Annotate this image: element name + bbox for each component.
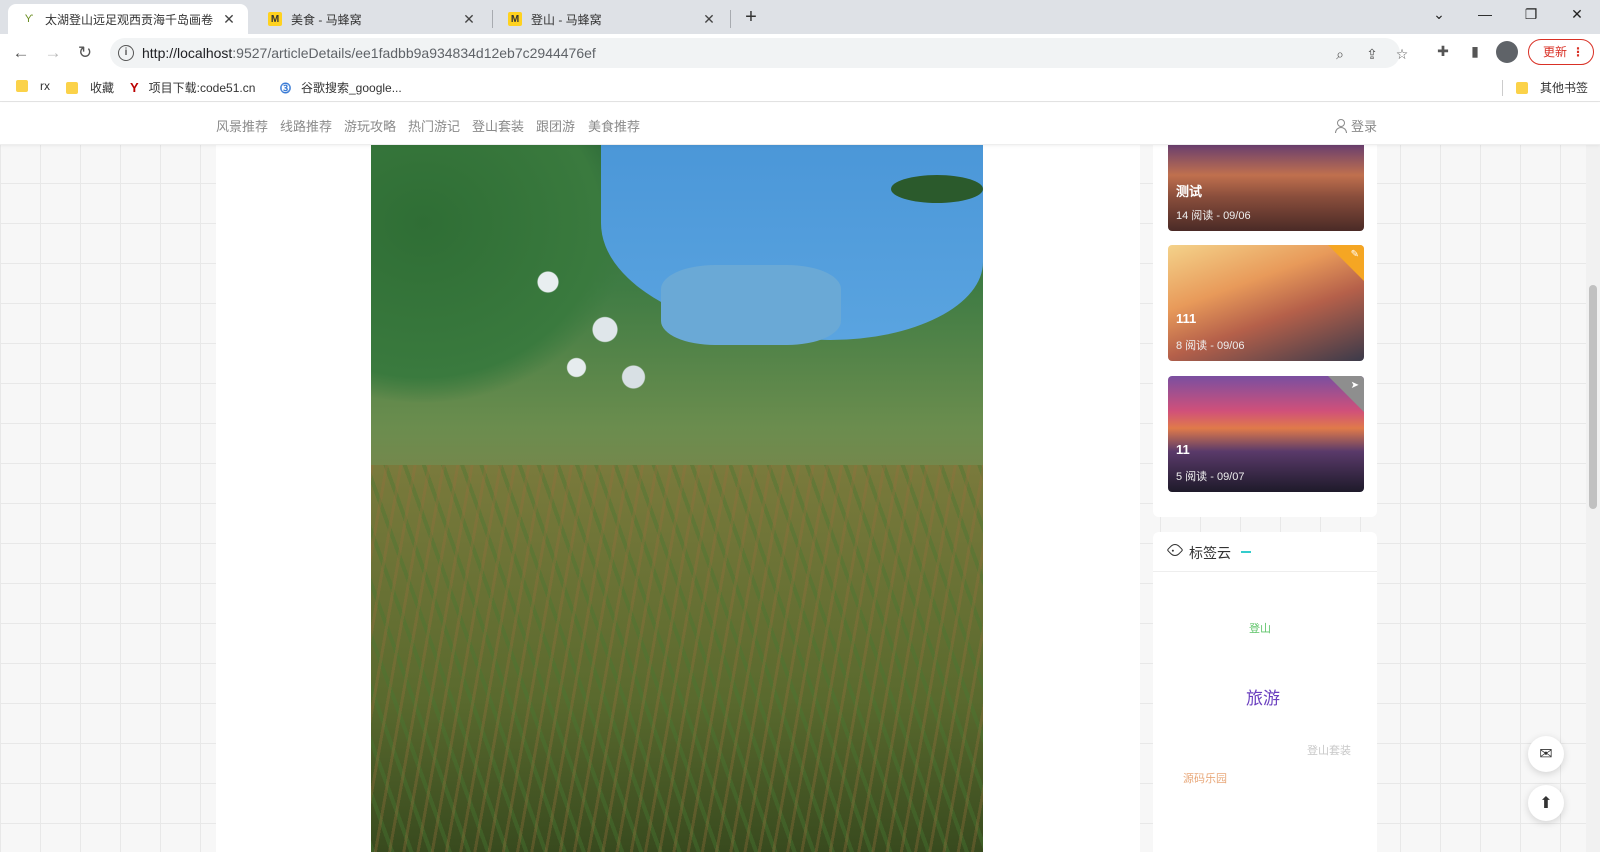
back-to-top-button[interactable]: ⬆ [1528,785,1564,821]
tab-divider [492,10,493,28]
nav-group-tours[interactable]: 跟团游 [536,116,575,135]
back-button[interactable]: ← [8,40,34,66]
close-icon[interactable]: ✕ [460,11,478,28]
rocket-icon: ⬆ [1539,795,1553,812]
mail-icon: ✉ [1539,746,1553,763]
article-photo [371,145,983,852]
message-button[interactable]: ✉ [1528,736,1564,772]
nav-hiking-gear[interactable]: 登山套装 [472,116,524,135]
code51-logo-icon: Y [130,80,139,95]
recommend-title: 11 [1176,442,1190,457]
pin-icon: ➤ [1350,380,1359,391]
badge-icon: ✎ [1350,249,1359,260]
side-panel-icon[interactable]: ▮ [1464,40,1486,62]
tab-title: 太湖登山远足观西贡海千岛画卷 [45,12,214,27]
bookmark-other[interactable]: 其他书签 [1516,79,1588,96]
reload-button[interactable]: ↻ [72,40,98,66]
mafengwo-icon: M [508,12,522,26]
recommend-meta: 8 阅读 - 09/06 [1176,340,1245,352]
bookmark-code51[interactable]: Y 项目下载:code51.cn [130,79,255,96]
bookmark-divider [1502,80,1503,96]
mafengwo-icon: M [268,12,282,26]
user-icon [1334,119,1347,133]
tag-hiking-gear[interactable]: 登山套装 [1307,742,1351,758]
title-accent [1241,551,1251,553]
login-link[interactable]: 登录 [1334,116,1377,135]
tab-article[interactable]: ϒ 太湖登山远足观西贡海千岛画卷 ✕ [8,4,248,34]
recommend-meta: 5 阅读 - 09/07 [1176,471,1245,483]
360-logo-icon: ⓷ [280,82,291,95]
tab-title: 美食 - 马蜂窝 [291,12,362,27]
folder-icon [1516,81,1528,94]
tag-travel[interactable]: 旅游 [1246,684,1280,709]
tag-code-park[interactable]: 源码乐园 [1183,770,1227,786]
tag-cloud-header: 标签云 [1153,532,1377,572]
forward-button[interactable]: → [40,40,66,66]
bookmarks-bar: rx 收藏 Y 项目下载:code51.cn ⓷ 谷歌搜索_google... 其他… [0,72,1600,102]
folder-icon [66,81,78,94]
close-icon[interactable]: ✕ [220,11,238,28]
nav-travelogues[interactable]: 热门游记 [408,116,460,135]
bookmark-google-search[interactable]: ⓷ 谷歌搜索_google... [280,79,402,96]
update-button[interactable]: 更新 ⋮ [1528,39,1594,65]
tag-cloud-title: 标签云 [1189,545,1231,561]
address-bar[interactable]: i http://localhost:9527/articleDetails/e… [110,38,1408,68]
recommend-item[interactable]: ✎ 111 8 阅读 - 09/06 [1168,245,1364,361]
sprout-icon: ϒ [24,13,34,25]
zoom-icon[interactable]: ⌕ [1330,44,1350,64]
bookmark-star-icon[interactable]: ☆ [1392,44,1412,64]
minimize-button[interactable]: — [1462,0,1508,30]
tag-hiking[interactable]: 登山 [1249,620,1271,636]
close-window-button[interactable]: ✕ [1554,0,1600,30]
tab-title: 登山 - 马蜂窝 [531,12,602,27]
page-scrollbar[interactable] [1586,103,1600,852]
site-info-icon[interactable]: i [118,45,134,61]
bookmark-folder-favorites[interactable]: 收藏 [66,79,114,96]
restore-button[interactable]: ❐ [1508,0,1554,30]
extensions-icon[interactable]: ✚ [1432,40,1454,62]
tag-icon [1166,541,1184,559]
folder-icon [16,80,28,92]
scrollbar-thumb[interactable] [1589,285,1597,509]
recommend-item[interactable]: 测试 14 阅读 - 09/06 [1168,145,1364,231]
recommend-item[interactable]: ➤ 11 5 阅读 - 09/07 [1168,376,1364,492]
site-nav: 风景推荐 线路推荐 游玩攻略 热门游记 登山套装 跟团游 美食推荐 登录 [0,103,1600,145]
tab-divider [730,10,731,28]
browser-toolbar: ← → ↻ i http://localhost:9527/articleDet… [0,34,1600,72]
tab-hiking[interactable]: M 登山 - 马蜂窝 ✕ [494,4,728,34]
share-icon[interactable]: ⇪ [1362,44,1382,64]
bookmark-folder-rx[interactable]: rx [16,79,50,93]
recommend-title: 测试 [1176,184,1203,199]
tab-food[interactable]: M 美食 - 马蜂窝 ✕ [254,4,488,34]
new-tab-button[interactable]: + [738,5,764,31]
recommend-meta: 14 阅读 - 09/06 [1176,210,1251,222]
nav-food[interactable]: 美食推荐 [588,116,640,135]
close-icon[interactable]: ✕ [700,11,718,28]
tab-search-chevron-icon[interactable]: ⌄ [1416,0,1462,30]
nav-guides[interactable]: 游玩攻略 [344,116,396,135]
nav-routes[interactable]: 线路推荐 [280,116,332,135]
url-text[interactable]: http://localhost:9527/articleDetails/ee1… [142,45,596,61]
profile-avatar-icon[interactable] [1496,41,1518,63]
recommend-title: 111 [1176,311,1197,326]
tag-cloud-card: 标签云 登山 旅游 登山套装 源码乐园 [1153,532,1377,852]
tab-strip: ϒ 太湖登山远足观西贡海千岛画卷 ✕ M 美食 - 马蜂窝 ✕ M 登山 - 马… [0,0,1600,34]
nav-scenery[interactable]: 风景推荐 [216,116,268,135]
